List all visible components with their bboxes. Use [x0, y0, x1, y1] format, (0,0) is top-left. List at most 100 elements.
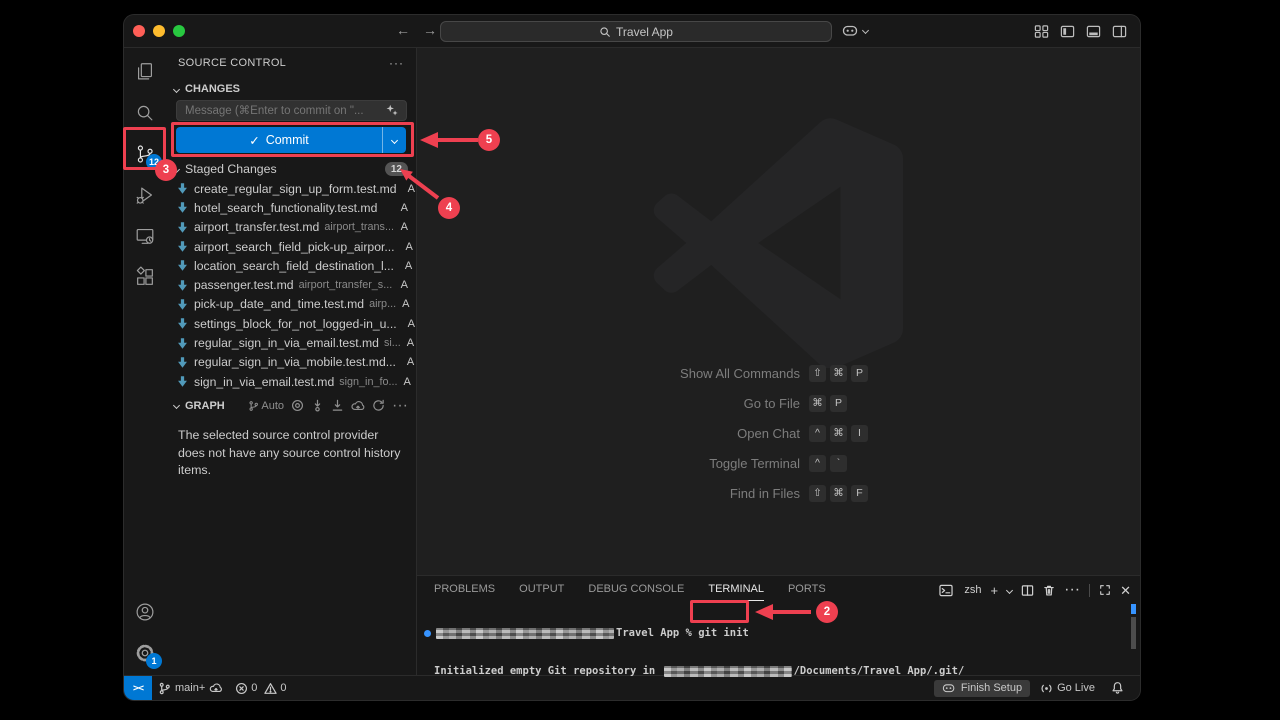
refresh-icon[interactable] — [372, 399, 385, 412]
annotation-step-3: 3 — [155, 159, 177, 181]
file-path: si... — [384, 337, 401, 349]
chevron-down-icon — [862, 27, 869, 34]
redacted-prompt — [436, 628, 614, 639]
close-panel-icon[interactable]: ✕ — [1120, 584, 1131, 597]
markdown-file-icon — [176, 356, 189, 369]
file-row[interactable]: hotel_search_functionality.test.md A — [166, 198, 416, 217]
tab-problems[interactable]: PROBLEMS — [434, 583, 495, 595]
key-cmd: ⌘ — [830, 425, 847, 442]
bottom-panel: PROBLEMS OUTPUT DEBUG CONSOLE TERMINAL P… — [417, 575, 1140, 675]
file-row[interactable]: sign_in_via_email.test.md sign_in_fo... … — [166, 372, 416, 391]
more-actions-icon[interactable]: ··· — [389, 56, 404, 70]
key-letter: P — [830, 395, 847, 412]
key-backtick: ` — [830, 455, 847, 472]
sync-cloud-icon — [209, 682, 223, 694]
changes-section-header[interactable]: CHANGES — [166, 78, 416, 100]
file-row[interactable]: location_search_field_destination_l... A — [166, 256, 416, 275]
sidebar-item-run-debug[interactable] — [124, 174, 166, 215]
file-row[interactable]: regular_sign_in_via_email.test.md si... … — [166, 333, 416, 352]
file-row[interactable]: settings_block_for_not_logged-in_u... A — [166, 314, 416, 333]
window-controls — [133, 25, 185, 37]
file-name: regular_sign_in_via_mobile.test.md... — [194, 355, 396, 369]
close-window-button[interactable] — [133, 25, 145, 37]
sidebar-item-extensions[interactable] — [124, 256, 166, 297]
file-row[interactable]: airport_search_field_pick-up_airpor... A — [166, 237, 416, 256]
tab-debug-console[interactable]: DEBUG CONSOLE — [588, 583, 684, 595]
target-icon[interactable] — [291, 399, 304, 412]
zoom-window-button[interactable] — [173, 25, 185, 37]
file-name: settings_block_for_not_logged-in_u... — [194, 317, 397, 331]
cloud-push-icon[interactable] — [351, 399, 365, 412]
tab-output[interactable]: OUTPUT — [519, 583, 564, 595]
annotation-step-2: 2 — [816, 601, 838, 623]
sidebar-item-remote-explorer[interactable] — [124, 215, 166, 256]
file-status: A — [399, 260, 412, 272]
sidebar-item-explorer[interactable] — [124, 51, 166, 92]
title-bar: ← → Travel App — [124, 15, 1140, 48]
toggle-primary-sidebar-icon[interactable] — [1060, 24, 1075, 39]
command-center-search[interactable]: Travel App — [440, 21, 832, 42]
tab-ports[interactable]: PORTS — [788, 583, 826, 595]
terminal-more-actions-icon[interactable]: ··· — [1064, 581, 1080, 599]
toggle-secondary-sidebar-icon[interactable] — [1112, 24, 1127, 39]
nav-forward-icon[interactable]: → — [423, 22, 437, 38]
errors-icon — [235, 682, 248, 695]
redacted-path — [664, 666, 792, 677]
fetch-icon[interactable] — [331, 399, 344, 412]
customize-layout-icon[interactable] — [1034, 24, 1049, 39]
run-debug-icon — [134, 184, 156, 206]
file-row[interactable]: pick-up_date_and_time.test.md airp... A — [166, 295, 416, 314]
staged-file-list: create_regular_sign_up_form.test.md A ho… — [166, 179, 416, 391]
problems-status-item[interactable]: 0 0 — [229, 676, 292, 700]
staged-changes-header[interactable]: Staged Changes 12 — [166, 159, 416, 179]
shell-name[interactable]: zsh — [964, 584, 981, 596]
new-terminal-icon[interactable]: + — [991, 584, 999, 597]
key-letter: I — [851, 425, 868, 442]
file-status: A — [397, 376, 410, 388]
file-name: hotel_search_functionality.test.md — [194, 201, 377, 215]
split-terminal-icon[interactable] — [1021, 584, 1034, 597]
copilot-menu[interactable] — [842, 23, 868, 38]
terminal-profile-chevron-icon[interactable] — [1006, 586, 1013, 593]
branch-icon — [248, 400, 259, 412]
changes-section-label: CHANGES — [185, 83, 240, 95]
search-value: Travel App — [616, 25, 673, 39]
markdown-file-icon — [176, 298, 189, 311]
accounts-button[interactable] — [124, 591, 166, 632]
kill-terminal-icon[interactable] — [1043, 584, 1055, 597]
pull-icon[interactable] — [311, 399, 324, 412]
terminal-overview-mark — [1131, 604, 1136, 614]
warnings-icon — [264, 682, 277, 695]
markdown-file-icon — [176, 317, 189, 330]
gear-badge: 1 — [146, 653, 162, 669]
file-row[interactable]: create_regular_sign_up_form.test.md A — [166, 179, 416, 198]
file-row[interactable]: regular_sign_in_via_mobile.test.md... A — [166, 353, 416, 372]
markdown-file-icon — [176, 337, 189, 350]
auto-repo-picker[interactable]: Auto — [248, 400, 284, 412]
toggle-panel-icon[interactable] — [1086, 24, 1101, 39]
maximize-panel-icon[interactable] — [1099, 584, 1111, 596]
chevron-down-icon — [173, 402, 180, 409]
annotation-arrow-4 — [394, 164, 446, 204]
minimize-window-button[interactable] — [153, 25, 165, 37]
nav-back-icon[interactable]: ← — [396, 22, 410, 38]
manage-button[interactable]: 1 — [124, 632, 166, 673]
graph-empty-message: The selected source control provider doe… — [178, 427, 406, 480]
error-count: 0 — [251, 682, 257, 694]
file-path: airport_transfer_s... — [299, 279, 393, 291]
key-cmd: ⌘ — [809, 395, 826, 412]
commit-message-input[interactable] — [176, 100, 407, 121]
graph-section-header[interactable]: GRAPH Auto ··· — [166, 395, 416, 416]
file-row[interactable]: passenger.test.md airport_transfer_s... … — [166, 275, 416, 294]
remote-indicator[interactable]: >< — [124, 676, 152, 700]
key-cmd: ⌘ — [830, 365, 847, 382]
file-name: create_regular_sign_up_form.test.md — [194, 182, 397, 196]
graph-more-actions-icon[interactable]: ··· — [392, 397, 408, 415]
sparkle-icon[interactable] — [385, 103, 399, 117]
terminal-scrollbar[interactable] — [1131, 617, 1136, 649]
branch-status-item[interactable]: main+ — [152, 676, 229, 700]
file-name: airport_transfer.test.md — [194, 220, 319, 234]
divider — [1089, 584, 1090, 597]
file-row[interactable]: airport_transfer.test.md airport_trans..… — [166, 218, 416, 237]
tab-terminal[interactable]: TERMINAL — [708, 583, 764, 595]
